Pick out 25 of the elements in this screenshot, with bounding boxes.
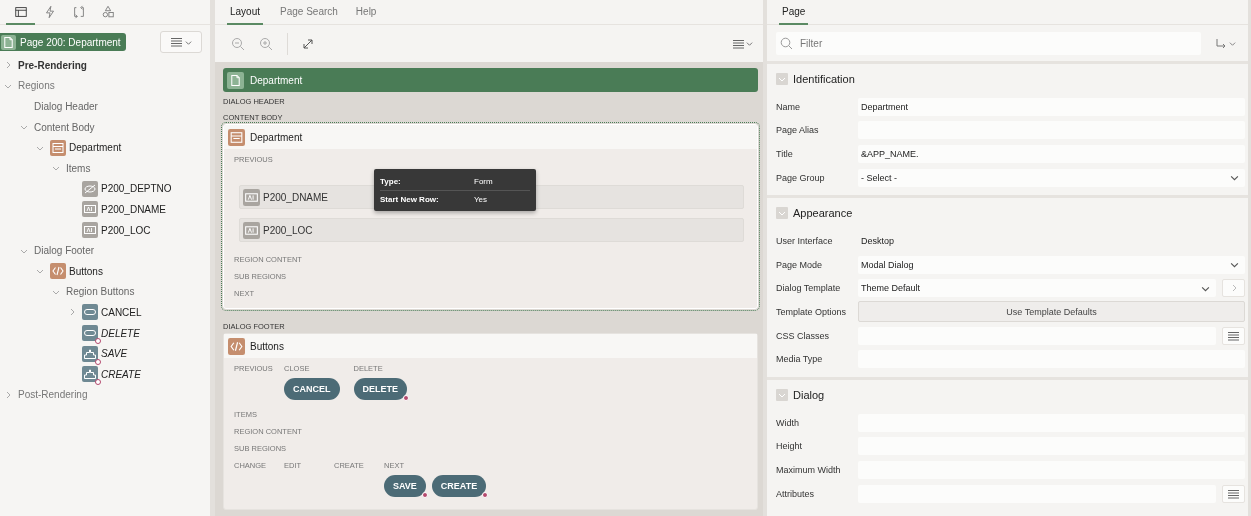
field-label: CSS Classes	[776, 330, 830, 341]
field-label: Title	[776, 149, 794, 159]
field-label: Template Options	[776, 306, 848, 317]
field-label: Height	[776, 441, 803, 452]
tooltip-value: Form	[474, 177, 493, 186]
group-title: Identification	[793, 73, 855, 85]
field-label: Page Group	[776, 172, 826, 183]
field-label: Attributes	[776, 488, 816, 499]
field-label: Maximum Width	[776, 464, 842, 475]
field-label: Dialog Template	[776, 283, 842, 294]
tooltip-label: Type:	[380, 177, 402, 186]
field-label: Name	[776, 101, 801, 112]
field-label: Width	[776, 417, 800, 428]
group-title: Dialog	[793, 388, 825, 401]
field-label: User Interface	[776, 236, 834, 247]
page-title: Department	[250, 74, 303, 86]
field-label: Page Alias	[776, 125, 820, 136]
region-title: Department	[250, 131, 303, 143]
tooltip-value: Yes	[474, 194, 488, 204]
group-title: Appearance	[793, 207, 853, 220]
region-title: Buttons	[250, 340, 284, 352]
field-label: Page Mode	[776, 259, 824, 270]
field-label: Media Type	[776, 354, 824, 365]
tooltip-label: Start New Row:	[380, 194, 440, 204]
field-value: Desktop	[860, 236, 896, 247]
